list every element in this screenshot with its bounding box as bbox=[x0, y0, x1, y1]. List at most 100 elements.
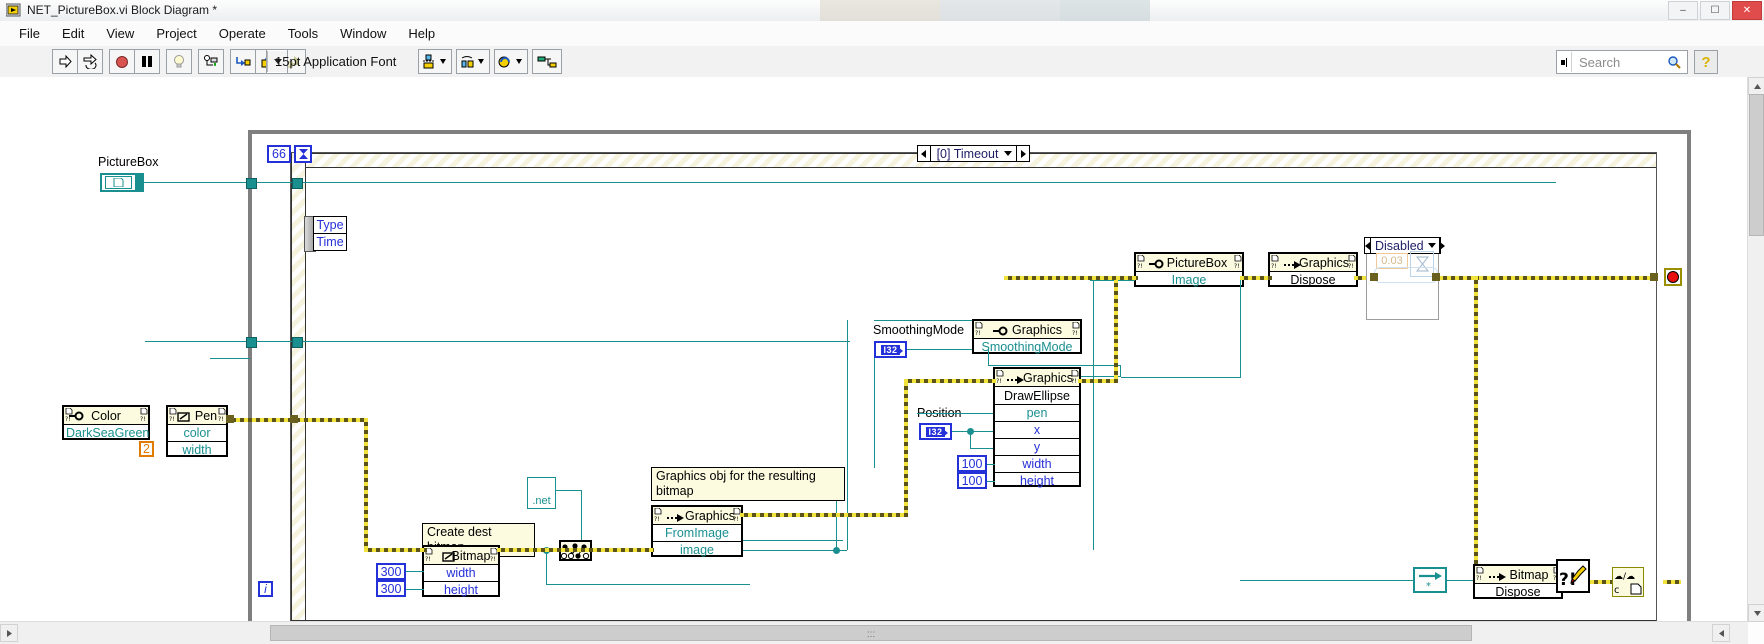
node-param-width[interactable]: width bbox=[995, 456, 1079, 473]
disabled-left-tunnel[interactable] bbox=[1370, 273, 1378, 281]
menu-file[interactable]: File bbox=[8, 23, 51, 44]
comment-graphics-obj[interactable]: Graphics obj for the resulting bitmap bbox=[651, 467, 845, 501]
node-property-smoothingmode[interactable]: SmoothingMode bbox=[974, 339, 1080, 355]
node-method-dispose[interactable]: Dispose bbox=[1270, 272, 1356, 288]
distribute-objects-button[interactable] bbox=[456, 49, 490, 74]
maximize-button[interactable]: ☐ bbox=[1700, 1, 1730, 20]
menu-view[interactable]: View bbox=[95, 23, 145, 44]
loop-tunnel-picturebox[interactable] bbox=[246, 178, 257, 189]
loop-iteration-terminal[interactable]: i bbox=[258, 581, 273, 597]
search-box[interactable]: Search bbox=[1556, 50, 1688, 74]
next-case-button[interactable] bbox=[1438, 238, 1445, 253]
retain-wire-values-button[interactable] bbox=[198, 49, 224, 74]
node-param-height[interactable]: height bbox=[995, 473, 1079, 489]
menu-operate[interactable]: Operate bbox=[208, 23, 277, 44]
node-pen-constructor[interactable]: Pen ?! ?! color width bbox=[166, 405, 228, 457]
case-dropdown-arrow[interactable] bbox=[1004, 151, 1016, 156]
menu-help[interactable]: Help bbox=[397, 23, 446, 44]
highlight-execution-button[interactable] bbox=[166, 49, 192, 74]
step-into-button[interactable] bbox=[230, 49, 256, 74]
run-button[interactable] bbox=[52, 49, 78, 74]
node-graphics-fromimage[interactable]: Graphics ?! ?! FromImage image bbox=[651, 505, 743, 557]
align-objects-button[interactable] bbox=[418, 49, 452, 74]
node-picturebox-image[interactable]: PictureBox ?! ?! Image bbox=[1134, 252, 1244, 287]
netwire-picturebox-to-dispose bbox=[1240, 276, 1272, 280]
menu-edit[interactable]: Edit bbox=[51, 23, 95, 44]
menu-tools[interactable]: Tools bbox=[277, 23, 329, 44]
scroll-left-button[interactable] bbox=[0, 624, 18, 642]
horizontal-scroll-thumb[interactable]: ::: bbox=[270, 625, 1472, 641]
node-graphics-dispose[interactable]: Graphics ?! ?! Dispose bbox=[1268, 252, 1358, 287]
timeout-terminal[interactable] bbox=[294, 145, 312, 163]
stop-condition-terminal[interactable] bbox=[1664, 268, 1682, 286]
event-tunnel-pen[interactable] bbox=[292, 337, 303, 348]
smoothingmode-constant[interactable]: I32 bbox=[874, 341, 907, 358]
node-color-constructor[interactable]: Color ?! ?! DarkSeaGreen bbox=[62, 405, 150, 440]
close-button[interactable]: ✕ bbox=[1732, 1, 1762, 20]
ellipse-width-constant[interactable]: 100 bbox=[957, 455, 987, 472]
next-case-button[interactable] bbox=[1016, 146, 1029, 161]
pause-button[interactable] bbox=[134, 49, 160, 74]
svg-text:?!: ?! bbox=[1271, 263, 1277, 269]
timeout-constant[interactable]: 66 bbox=[267, 145, 291, 163]
menu-window[interactable]: Window bbox=[329, 23, 397, 44]
position-constant[interactable]: I32 bbox=[919, 423, 952, 440]
node-method-dispose[interactable]: Dispose bbox=[1475, 584, 1561, 600]
svg-text:?!: ?! bbox=[425, 556, 431, 562]
previous-case-button[interactable] bbox=[918, 146, 931, 161]
font-selector[interactable]: 15pt Application Font bbox=[266, 49, 396, 74]
cleanup-diagram-button[interactable] bbox=[532, 49, 562, 74]
node-method-drawellipse[interactable]: DrawEllipse bbox=[995, 387, 1079, 405]
event-tunnel-picturebox[interactable] bbox=[292, 178, 303, 189]
event-data-node[interactable]: Type Time bbox=[313, 216, 347, 251]
node-param-darkseagreen[interactable]: DarkSeaGreen bbox=[64, 425, 149, 441]
title-bar-decoration bbox=[1060, 0, 1150, 21]
disabled-right-tunnel[interactable] bbox=[1432, 273, 1440, 281]
scroll-up-button[interactable] bbox=[1748, 77, 1764, 95]
reorder-button[interactable] bbox=[494, 49, 528, 74]
node-graphics-drawellipse[interactable]: Graphics ?! ?! DrawEllipse pen x y width… bbox=[993, 367, 1081, 489]
node-method-fromimage[interactable]: FromImage bbox=[653, 525, 741, 542]
node-param-height[interactable]: height bbox=[424, 582, 498, 598]
simple-error-handler-icon[interactable]: ?! bbox=[1556, 559, 1590, 593]
node-property-image[interactable]: Image bbox=[1136, 272, 1242, 288]
window-controls[interactable]: – ☐ ✕ bbox=[1668, 1, 1762, 20]
minimize-button[interactable]: – bbox=[1668, 1, 1698, 20]
terminal-arrow-icon bbox=[898, 347, 903, 355]
horizontal-scrollbar[interactable]: ::: bbox=[0, 621, 1748, 644]
magnifier-icon[interactable] bbox=[1661, 55, 1687, 69]
vertical-scrollbar[interactable] bbox=[1747, 77, 1764, 622]
case-dropdown-arrow[interactable] bbox=[1427, 243, 1439, 248]
loop-condition-tunnel[interactable] bbox=[1650, 273, 1658, 281]
close-reference-icon[interactable]: * bbox=[1413, 567, 1447, 593]
node-param-pen[interactable]: pen bbox=[995, 405, 1079, 422]
node-header: Graphics ?! ?! bbox=[995, 369, 1079, 387]
error-cluster-icon[interactable]: ☁/☁ c bbox=[1612, 567, 1644, 597]
search-input[interactable]: Search bbox=[1572, 55, 1661, 70]
event-case-selector[interactable]: [0] Timeout bbox=[917, 145, 1030, 162]
node-bitmap-dispose[interactable]: Bitmap ?! ?! Dispose bbox=[1473, 564, 1563, 599]
bitmap-height-constant[interactable]: 300 bbox=[376, 580, 406, 597]
block-diagram-canvas[interactable]: i [0] Timeout 66 Type Time PictureBox Co… bbox=[0, 77, 1748, 622]
ellipse-height-constant[interactable]: 100 bbox=[957, 472, 987, 489]
loop-tunnel-pen[interactable] bbox=[246, 337, 257, 348]
scroll-down-button[interactable] bbox=[1748, 604, 1764, 622]
node-param-width[interactable]: width bbox=[424, 565, 498, 582]
node-param-width[interactable]: width bbox=[168, 442, 226, 458]
picturebox-control-terminal[interactable] bbox=[100, 173, 144, 192]
pen-width-constant[interactable]: 2 bbox=[139, 441, 154, 457]
node-param-color[interactable]: color bbox=[168, 425, 226, 442]
node-param-y[interactable]: y bbox=[995, 439, 1079, 456]
node-param-image[interactable]: image bbox=[653, 542, 741, 558]
abort-execution-button[interactable] bbox=[109, 49, 135, 74]
node-bitmap-constructor[interactable]: Bitmap ?! ?! width height bbox=[422, 545, 500, 597]
scroll-right-button[interactable] bbox=[1712, 624, 1730, 642]
vertical-scroll-thumb[interactable] bbox=[1749, 94, 1764, 236]
font-selector-group[interactable]: 15pt Application Font bbox=[266, 49, 396, 74]
run-continuously-button[interactable] bbox=[77, 49, 103, 74]
node-param-x[interactable]: x bbox=[995, 422, 1079, 439]
bitmap-width-constant[interactable]: 300 bbox=[376, 563, 406, 580]
menu-project[interactable]: Project bbox=[145, 23, 207, 44]
net-doc-icon[interactable]: .net bbox=[527, 477, 556, 509]
context-help-button[interactable]: ? bbox=[1694, 50, 1718, 74]
